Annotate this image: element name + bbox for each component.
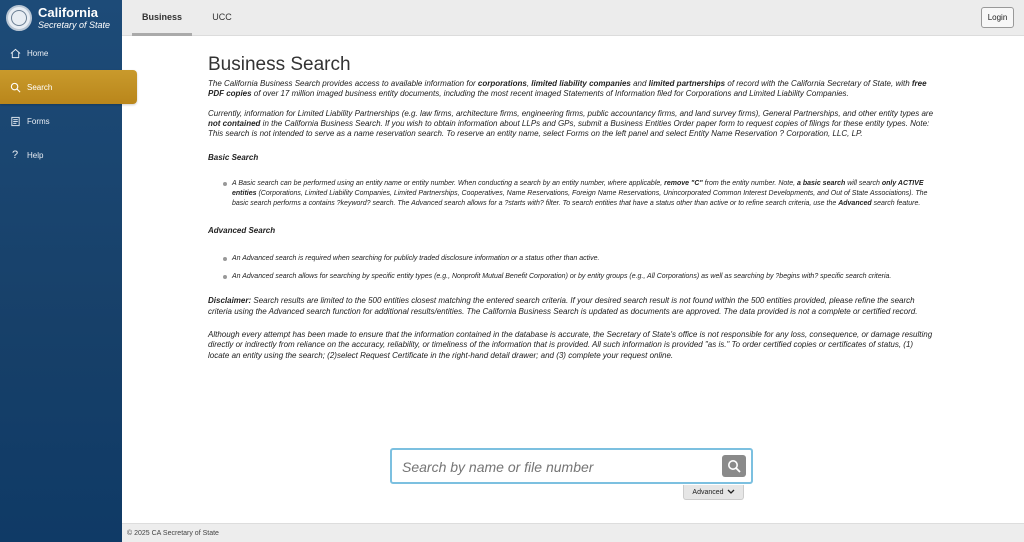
brand-subtitle: Secretary of State bbox=[38, 20, 111, 30]
sidebar: California Secretary of State Home Searc… bbox=[0, 0, 137, 542]
home-icon bbox=[9, 47, 21, 59]
search-box bbox=[390, 448, 753, 484]
forms-icon bbox=[9, 115, 21, 127]
main-content: Business Search The California Business … bbox=[208, 54, 934, 361]
search-input[interactable] bbox=[400, 457, 714, 477]
advanced-search-toggle[interactable]: Advanced bbox=[683, 485, 744, 500]
intro-paragraph: The California Business Search provides … bbox=[208, 79, 927, 99]
basic-search-bullet: A Basic search can be performed using an… bbox=[208, 179, 934, 209]
advanced-bullet-2: An Advanced search allows for searching … bbox=[208, 272, 934, 282]
sidebar-nav: Home Search Forms ? Help bbox=[0, 36, 137, 172]
top-bar: Business UCC Login bbox=[122, 0, 1024, 36]
liability-paragraph: Although every attempt has been made to … bbox=[208, 330, 933, 360]
advanced-label: Advanced bbox=[692, 488, 724, 496]
llp-paragraph: Currently, information for Limited Liabi… bbox=[208, 108, 934, 139]
search-icon bbox=[728, 460, 741, 473]
page-title: Business Search bbox=[208, 54, 351, 75]
advanced-search-heading: Advanced Search bbox=[208, 226, 276, 236]
brand-title: California bbox=[38, 5, 98, 20]
search-button[interactable] bbox=[722, 455, 746, 477]
help-icon: ? bbox=[11, 149, 19, 161]
tab-business[interactable]: Business bbox=[132, 0, 192, 36]
advanced-bullet-1: An Advanced search is required when sear… bbox=[208, 254, 934, 264]
sidebar-item-label: Help bbox=[27, 150, 44, 160]
sidebar-item-home[interactable]: Home bbox=[0, 36, 122, 70]
chevron-down-icon bbox=[727, 489, 735, 494]
sidebar-item-label: Forms bbox=[27, 116, 50, 126]
sidebar-item-search[interactable]: Search bbox=[0, 70, 137, 104]
basic-search-heading: Basic Search bbox=[208, 153, 259, 163]
login-button[interactable]: Login bbox=[981, 7, 1014, 28]
tab-ucc[interactable]: UCC bbox=[207, 0, 237, 33]
sidebar-item-forms[interactable]: Forms bbox=[0, 104, 122, 138]
brand[interactable]: California Secretary of State bbox=[0, 0, 122, 36]
state-seal-icon bbox=[6, 5, 32, 31]
search-icon bbox=[9, 81, 21, 93]
sidebar-item-label: Home bbox=[27, 48, 49, 58]
sidebar-item-help[interactable]: ? Help bbox=[0, 138, 122, 172]
disclaimer-paragraph: Disclaimer: Search results are limited t… bbox=[208, 296, 918, 316]
sidebar-item-label: Search bbox=[27, 82, 53, 92]
footer: © 2025 CA Secretary of State bbox=[122, 523, 1024, 542]
